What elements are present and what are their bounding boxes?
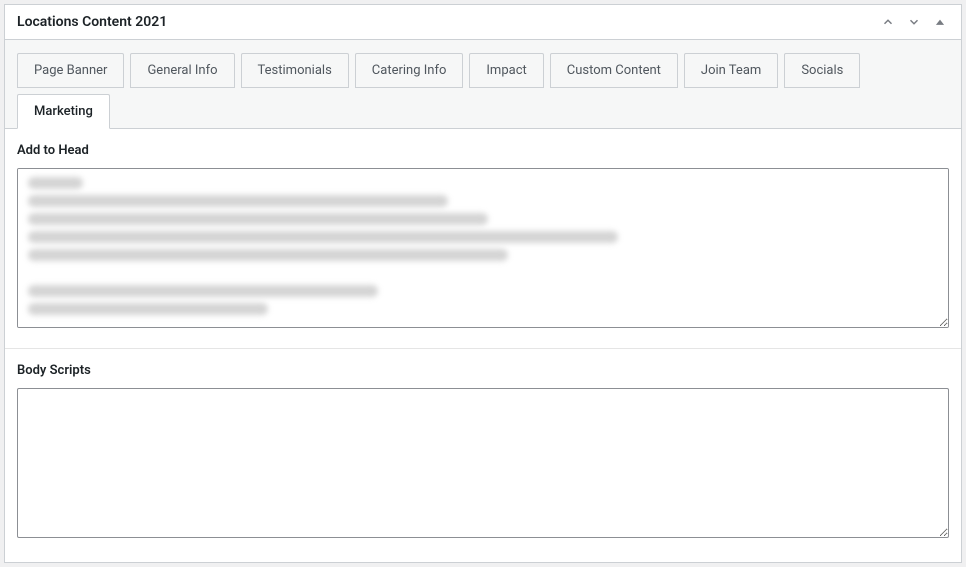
panel-header-controls (879, 13, 949, 31)
move-down-icon[interactable] (905, 13, 923, 31)
tabs-container: Page Banner General Info Testimonials Ca… (5, 40, 961, 129)
panel-title: Locations Content 2021 (17, 14, 167, 30)
tab-join-team[interactable]: Join Team (684, 53, 778, 88)
tab-custom-content[interactable]: Custom Content (550, 53, 678, 88)
add-to-head-textarea[interactable] (17, 168, 949, 328)
tab-testimonials[interactable]: Testimonials (241, 53, 349, 88)
locations-content-panel: Locations Content 2021 Page Banner Gener… (4, 4, 962, 563)
field-body-scripts: Body Scripts (5, 349, 961, 562)
tab-general-info[interactable]: General Info (130, 53, 234, 88)
panel-header: Locations Content 2021 (5, 5, 961, 40)
move-up-icon[interactable] (879, 13, 897, 31)
tab-marketing[interactable]: Marketing (17, 94, 110, 129)
add-to-head-label: Add to Head (17, 143, 949, 158)
field-add-to-head: Add to Head (5, 129, 961, 349)
collapse-toggle-icon[interactable] (931, 13, 949, 31)
tabs-list: Page Banner General Info Testimonials Ca… (17, 52, 949, 128)
tab-socials[interactable]: Socials (784, 53, 860, 88)
tab-catering-info[interactable]: Catering Info (355, 53, 464, 88)
body-scripts-label: Body Scripts (17, 363, 949, 378)
body-scripts-textarea[interactable] (17, 388, 949, 538)
tab-impact[interactable]: Impact (469, 53, 543, 88)
tab-page-banner[interactable]: Page Banner (17, 53, 124, 88)
